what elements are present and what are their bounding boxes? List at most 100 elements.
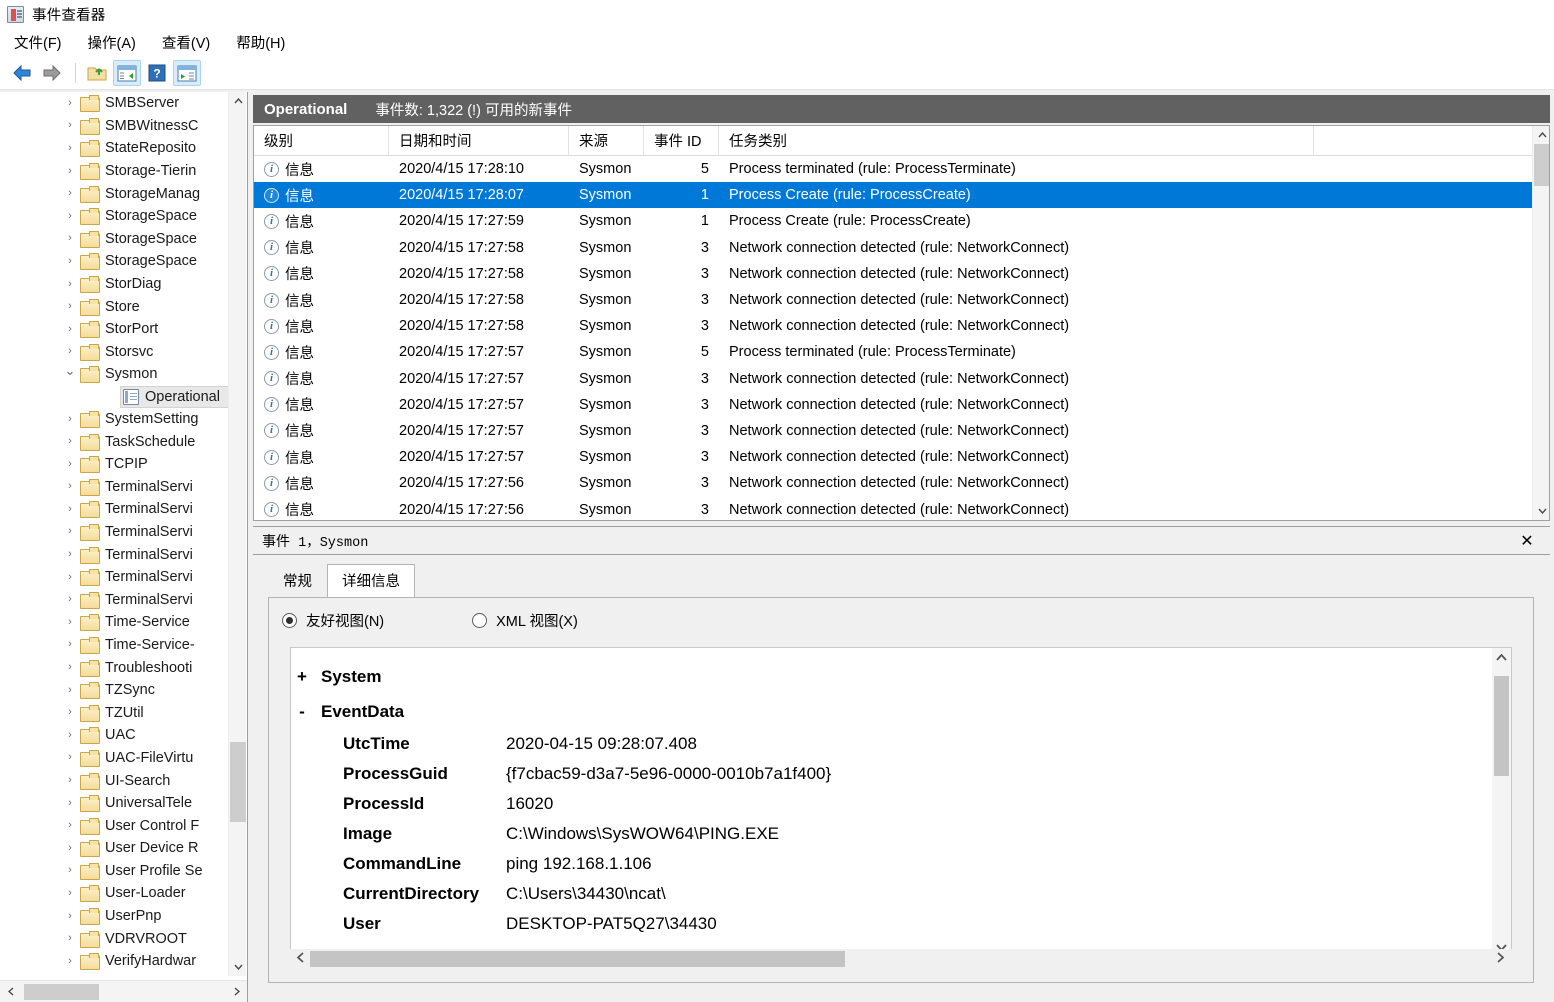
tree-item-storagespace[interactable]: › StorageSpace — [0, 228, 229, 251]
column-header-source[interactable]: 来源 — [569, 126, 644, 156]
tree-item-user-profile-se[interactable]: › User Profile Se — [0, 860, 229, 883]
column-header-eventid[interactable]: 事件 ID — [644, 126, 719, 156]
expand-icon[interactable]: + — [291, 667, 313, 687]
tree-item-storagespace[interactable]: › StorageSpace — [0, 250, 229, 273]
table-row[interactable]: i 信息 2020/4/15 17:27:57 Sysmon 3 Network conn… — [254, 418, 1549, 444]
chevron-right-icon[interactable]: › — [62, 549, 78, 560]
tree-item-time-service[interactable]: › Time-Service — [0, 611, 229, 634]
tree-item-uac[interactable]: › UAC — [0, 724, 229, 747]
tree-item-store[interactable]: › Store — [0, 295, 229, 318]
table-row[interactable]: i 信息 2020/4/15 17:27:57 Sysmon 3 Network conn… — [254, 444, 1549, 470]
radio-friendly-view-indicator[interactable] — [282, 612, 297, 628]
tree-item-user-loader[interactable]: › User-Loader — [0, 882, 229, 905]
chevron-right-icon[interactable]: › — [62, 933, 78, 944]
tree-item-terminalservi[interactable]: › TerminalServi — [0, 476, 229, 499]
chevron-right-icon[interactable]: › — [62, 797, 78, 809]
chevron-right-icon[interactable]: › — [62, 413, 78, 425]
chevron-right-icon[interactable]: › — [62, 255, 78, 267]
tree-horizontal-scrollbar[interactable] — [0, 980, 247, 1002]
detail-hscroll-right-icon[interactable] — [1497, 951, 1505, 966]
collapse-icon[interactable]: - — [291, 702, 313, 722]
tree-scroll-down-icon[interactable] — [229, 958, 247, 976]
chevron-right-icon[interactable]: › — [62, 142, 78, 154]
detail-scroll-thumb[interactable] — [1494, 676, 1509, 776]
detail-node-system[interactable]: + System — [291, 659, 1511, 694]
tree-scroll-up-icon[interactable] — [229, 92, 247, 110]
chevron-right-icon[interactable]: › — [62, 752, 78, 763]
tree-item-stordiag[interactable]: › StorDiag — [0, 273, 229, 296]
menu-action[interactable]: 操作(A) — [86, 30, 148, 56]
chevron-right-icon[interactable]: › — [62, 526, 78, 537]
tree-item-terminalservi[interactable]: › TerminalServi — [0, 588, 229, 611]
table-row[interactable]: i 信息 2020/4/15 17:27:57 Sysmon 3 Network conn… — [254, 366, 1549, 392]
chevron-right-icon[interactable]: › — [62, 503, 78, 515]
event-list-scroll-thumb[interactable] — [1534, 144, 1549, 186]
column-header-task[interactable]: 任务类别 — [719, 126, 1314, 156]
tree-item-storagespace[interactable]: › StorageSpace — [0, 205, 229, 228]
table-row[interactable]: i 信息 2020/4/15 17:28:07 Sysmon 1 Process Crea… — [254, 182, 1549, 209]
tree-item-vdrvroot[interactable]: › VDRVROOT — [0, 927, 229, 950]
chevron-right-icon[interactable]: › — [62, 323, 78, 335]
tree-item-terminalservi[interactable]: › TerminalServi — [0, 498, 229, 521]
detail-horizontal-scrollbar[interactable] — [290, 949, 1512, 968]
tree-item-tzsync[interactable]: › TZSync — [0, 679, 229, 702]
table-row[interactable]: i 信息 2020/4/15 17:27:58 Sysmon 3 Network conn… — [254, 287, 1549, 313]
chevron-right-icon[interactable]: › — [62, 436, 78, 447]
chevron-right-icon[interactable]: › — [62, 639, 78, 650]
radio-xml-view-indicator[interactable] — [472, 612, 488, 628]
chevron-right-icon[interactable]: › — [62, 865, 78, 876]
table-row[interactable]: i 信息 2020/4/15 17:28:10 Sysmon 5 Process term… — [254, 156, 1549, 182]
tree-item-user-device-r[interactable]: › User Device R — [0, 837, 229, 860]
show-hide-action-pane-icon[interactable] — [173, 60, 201, 86]
radio-friendly-view[interactable]: 友好视图(N) — [282, 610, 384, 631]
chevron-right-icon[interactable]: › — [62, 820, 78, 831]
menu-view[interactable]: 查看(V) — [160, 30, 222, 56]
chevron-down-icon[interactable]: ⌄ — [62, 364, 78, 377]
forward-arrow-icon[interactable] — [38, 60, 66, 86]
tree-item-terminalservi[interactable]: › TerminalServi — [0, 566, 229, 589]
event-list-vertical-scrollbar[interactable] — [1532, 126, 1549, 520]
tree-item-troubleshooti[interactable]: › Troubleshooti — [0, 656, 229, 679]
tree-item-terminalservi[interactable]: › TerminalServi — [0, 521, 229, 544]
chevron-right-icon[interactable]: › — [62, 842, 78, 854]
chevron-right-icon[interactable]: › — [62, 233, 78, 244]
tree-item-user-control-f[interactable]: › User Control F — [0, 814, 229, 837]
chevron-right-icon[interactable]: › — [62, 729, 78, 741]
detail-scroll-up-icon[interactable] — [1492, 648, 1511, 666]
tree-item-storagemanag[interactable]: › StorageManag — [0, 182, 229, 205]
chevron-right-icon[interactable]: › — [62, 165, 78, 177]
tree-item-systemsetting[interactable]: › SystemSetting — [0, 408, 229, 431]
table-row[interactable]: i 信息 2020/4/15 17:27:56 Sysmon 3 Network conn… — [254, 496, 1549, 520]
table-row[interactable]: i 信息 2020/4/15 17:27:58 Sysmon 3 Network conn… — [254, 313, 1549, 339]
tree-hscroll-right-icon[interactable] — [226, 981, 247, 1002]
table-row[interactable]: i 信息 2020/4/15 17:27:57 Sysmon 3 Network conn… — [254, 392, 1549, 418]
chevron-right-icon[interactable]: › — [62, 775, 78, 786]
chevron-right-icon[interactable]: › — [62, 571, 78, 583]
tree-item-storport[interactable]: › StorPort — [0, 318, 229, 341]
detail-vertical-scrollbar[interactable] — [1492, 648, 1511, 956]
table-row[interactable]: i 信息 2020/4/15 17:27:56 Sysmon 3 Network conn… — [254, 470, 1549, 496]
chevron-right-icon[interactable]: › — [62, 684, 78, 696]
tree-item-tzutil[interactable]: › TZUtil — [0, 701, 229, 724]
detail-hscroll-thumb[interactable] — [310, 950, 845, 967]
console-tree[interactable]: › SMBServer › SMBWitnessC › StateReposito › Sto… — [0, 92, 229, 976]
table-row[interactable]: i 信息 2020/4/15 17:27:59 Sysmon 1 Process Crea… — [254, 208, 1549, 234]
chevron-right-icon[interactable]: › — [62, 616, 78, 628]
tree-item-time-service-[interactable]: › Time-Service- — [0, 634, 229, 657]
show-hide-console-tree-icon[interactable] — [113, 60, 141, 86]
tree-item-smbserver[interactable]: › SMBServer — [0, 92, 229, 115]
help-icon[interactable]: ? — [143, 60, 171, 86]
tree-item-storsvc[interactable]: › Storsvc — [0, 341, 229, 364]
table-row[interactable]: i 信息 2020/4/15 17:27:58 Sysmon 3 Network conn… — [254, 261, 1549, 287]
chevron-right-icon[interactable]: › — [62, 707, 78, 718]
tree-item-tcpip[interactable]: › TCPIP — [0, 453, 229, 476]
tab-general[interactable]: 常规 — [268, 564, 327, 597]
table-row[interactable]: i 信息 2020/4/15 17:27:58 Sysmon 3 Network conn… — [254, 235, 1549, 261]
menu-file[interactable]: 文件(F) — [12, 30, 74, 56]
back-arrow-icon[interactable] — [8, 60, 36, 86]
chevron-right-icon[interactable]: › — [62, 278, 78, 290]
tree-item-uac-filevirtu[interactable]: › UAC-FileVirtu — [0, 747, 229, 770]
chevron-right-icon[interactable]: › — [62, 346, 78, 357]
close-icon[interactable]: ✕ — [1516, 530, 1538, 552]
tab-details[interactable]: 详细信息 — [327, 564, 415, 597]
